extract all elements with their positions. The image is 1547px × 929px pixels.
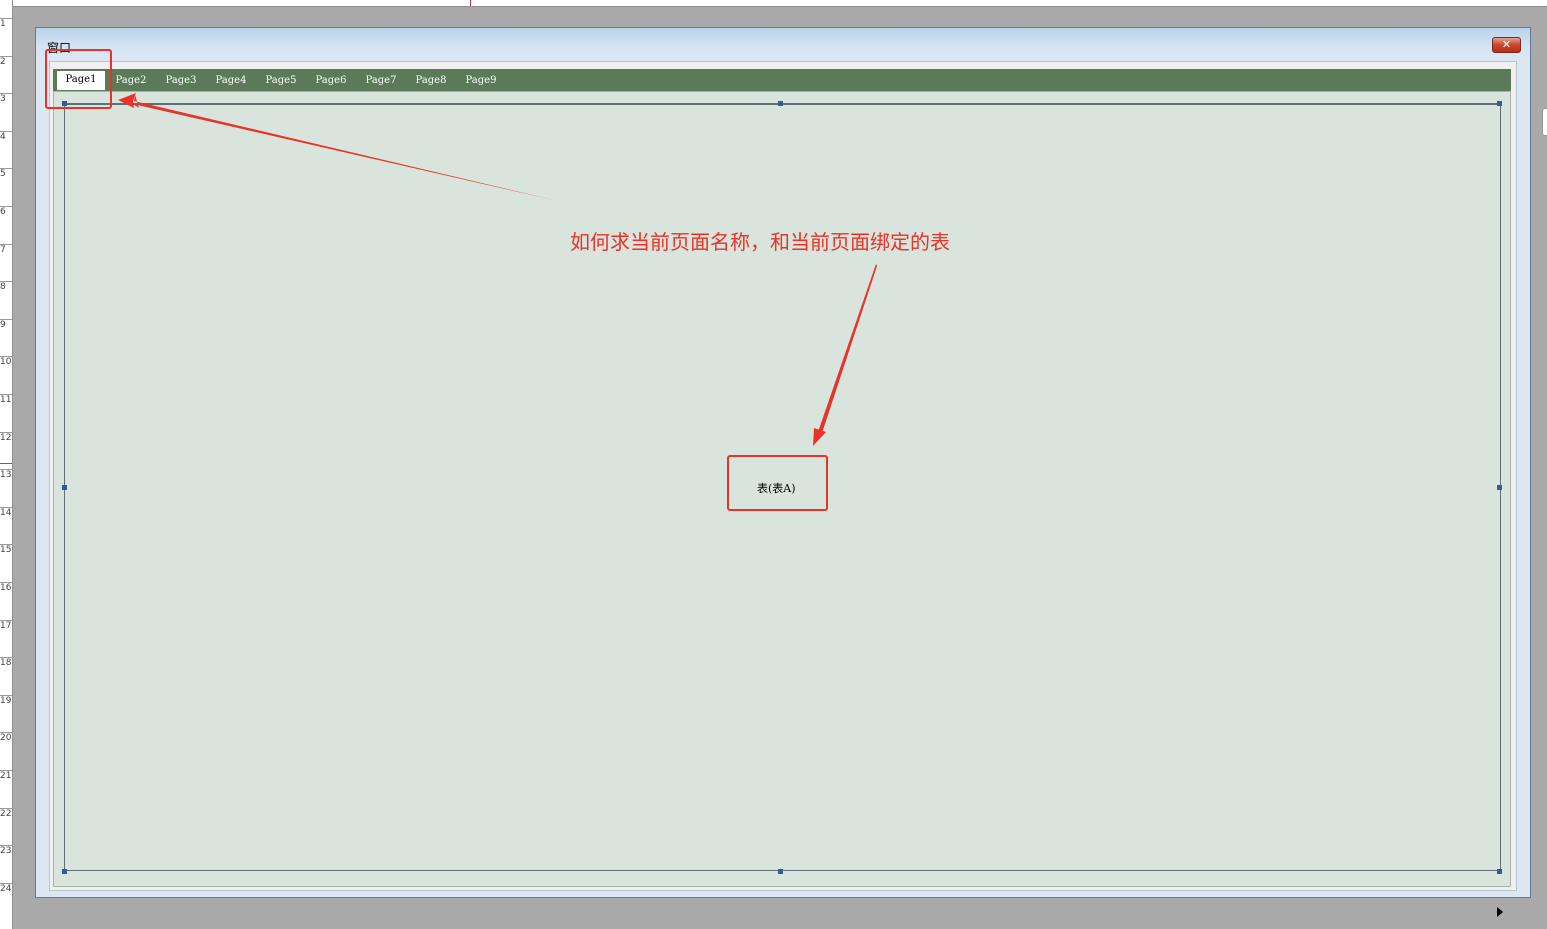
arrow-to-table-head — [813, 428, 826, 446]
annotation-arrows — [118, 93, 877, 446]
arrow-to-tab-head — [118, 93, 136, 108]
arrow-to-table — [818, 264, 877, 433]
arrow-to-tab — [133, 95, 558, 201]
